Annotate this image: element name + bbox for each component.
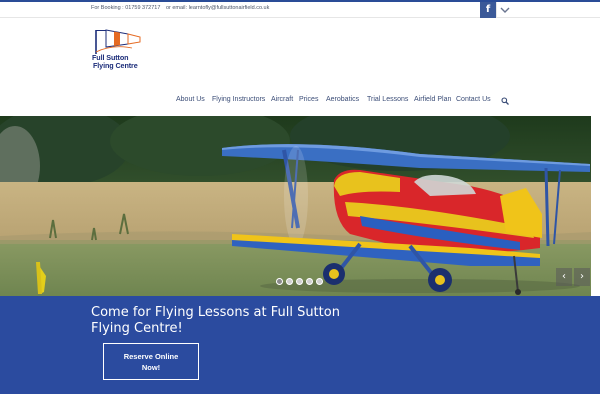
- hero-slider[interactable]: [0, 116, 591, 296]
- reserve-button-line1: Reserve Online: [123, 352, 179, 361]
- contact-info: For Booking : 01759 372717 or email: lea…: [91, 5, 273, 11]
- biplane-photo: [0, 116, 591, 296]
- search-icon[interactable]: [501, 97, 509, 105]
- slider-dot-4[interactable]: [306, 278, 313, 285]
- chevron-down-icon[interactable]: [498, 4, 512, 16]
- slider-dot-5[interactable]: [316, 278, 323, 285]
- logo-text-line2: Flying Centre: [93, 61, 138, 70]
- main-navigation: About Us Flying Instructors Aircraft Pri…: [0, 96, 600, 108]
- nav-airfield-plan[interactable]: Airfield Plan: [414, 96, 451, 103]
- site-logo[interactable]: Full Sutton Flying Centre: [92, 28, 146, 70]
- booking-email[interactable]: or email: learntofly@fullsuttonairfield.…: [166, 5, 269, 11]
- reserve-button-line2: Now!: [141, 363, 161, 372]
- slider-next-button[interactable]: ›: [574, 268, 590, 286]
- topbar-divider: [496, 2, 497, 18]
- nav-trial-lessons[interactable]: Trial Lessons: [367, 96, 408, 103]
- nav-flying-instructors[interactable]: Flying Instructors: [212, 96, 265, 103]
- slider-dot-2[interactable]: [286, 278, 293, 285]
- slider-prev-button[interactable]: ‹: [556, 268, 572, 286]
- nav-about-us[interactable]: About Us: [176, 96, 205, 103]
- facebook-icon[interactable]: f: [480, 2, 496, 18]
- booking-phone: For Booking : 01759 372717: [91, 5, 161, 11]
- nav-prices[interactable]: Prices: [299, 96, 318, 103]
- nav-aerobatics[interactable]: Aerobatics: [326, 96, 359, 103]
- cta-banner: Come for Flying Lessons at Full Sutton F…: [0, 296, 600, 394]
- nav-contact-us[interactable]: Contact Us: [456, 96, 491, 103]
- slider-dot-3[interactable]: [296, 278, 303, 285]
- reserve-online-button[interactable]: Reserve Online Now!: [103, 343, 199, 380]
- top-bar: For Booking : 01759 372717 or email: lea…: [0, 2, 600, 18]
- logo-windsock-icon: [95, 29, 141, 54]
- slider-dot-1[interactable]: [276, 278, 283, 285]
- nav-aircraft[interactable]: Aircraft: [271, 96, 293, 103]
- cta-headline: Come for Flying Lessons at Full Sutton F…: [91, 305, 340, 336]
